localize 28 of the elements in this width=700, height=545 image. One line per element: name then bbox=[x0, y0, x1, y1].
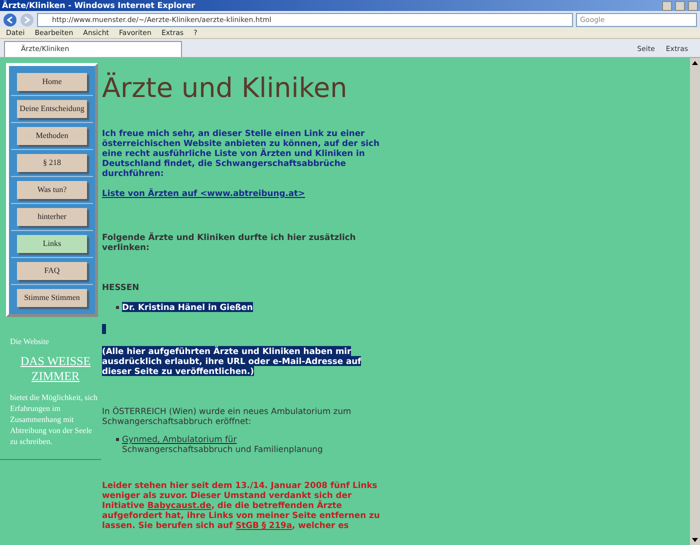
maximize-button[interactable] bbox=[675, 0, 685, 10]
paragraph: Folgende Ärzte und Kliniken durfte ich hier zusätzlich verlinken: bbox=[102, 232, 357, 252]
nav-button[interactable]: Home bbox=[17, 73, 87, 91]
paragraph: In ÖSTERREICH (Wien) wurde ein neues Ambulatorium zum Schwangerschaftsabbruch eröffnet: bbox=[102, 406, 352, 426]
back-icon[interactable] bbox=[3, 12, 17, 26]
nav-button[interactable]: Was tun? bbox=[17, 181, 87, 199]
notice-paragraph: Leider stehen hier seit dem 13./14. Januar 2008 fünf Links weniger als zuvor. Dieser Umstand verdankt sich der Initiative Babycaust.de, die die betreffenden Ärzte aufgefordert hat, ihre Links von meiner Seite entfernen zu lassen. Sie berufen sich auf StGB § 219a, welcher es bbox=[102, 480, 381, 530]
close-button[interactable] bbox=[688, 0, 698, 10]
clinic-text: Schwangerschaftsabbruch und Familienplanung bbox=[122, 444, 323, 454]
nav-button[interactable]: FAQ bbox=[17, 262, 87, 280]
nav-button[interactable]: Deine Entscheidung bbox=[17, 100, 87, 118]
clinic-link[interactable]: Gynmed, Ambulatorium für bbox=[122, 434, 237, 444]
region-heading: HESSEN bbox=[102, 282, 140, 292]
minimize-button[interactable] bbox=[662, 0, 672, 10]
selection-mark bbox=[102, 324, 106, 334]
sidebar-description: bietet die Möglichkeit, sich Erfahrungen im Zusammenhang mit Abtreibung von der Seele zu schreiben. bbox=[10, 392, 99, 447]
sidebar-text: Die Website bbox=[10, 337, 50, 346]
nav-button[interactable]: Links bbox=[17, 235, 87, 253]
nav-button[interactable]: § 218 bbox=[17, 154, 87, 172]
scrollbar[interactable] bbox=[690, 58, 700, 545]
nav-button[interactable]: Methoden bbox=[17, 127, 87, 145]
nav-button[interactable]: Stimme Stimmen bbox=[17, 289, 87, 307]
page-heading: Ärzte und Kliniken bbox=[102, 72, 348, 106]
window-title: Ärzte/Kliniken - Windows Internet Explorer bbox=[2, 0, 196, 11]
nav-button[interactable]: hinterher bbox=[17, 208, 87, 226]
list-link[interactable]: Liste von Ärzten auf <www.abtreibung.at> bbox=[102, 188, 306, 198]
intro-paragraph: Ich freue mich sehr, an dieser Stelle einen Link zu einer österreichischen Website anbieten zu können, auf der sich eine recht ausführliche Liste von Ärzten und Kliniken in Deutschland findet, die Schwangerschaftsabbrüche durchführen: bbox=[102, 128, 380, 178]
doctor-link[interactable]: Dr. Kristina Hänel in Gießen bbox=[122, 302, 253, 312]
